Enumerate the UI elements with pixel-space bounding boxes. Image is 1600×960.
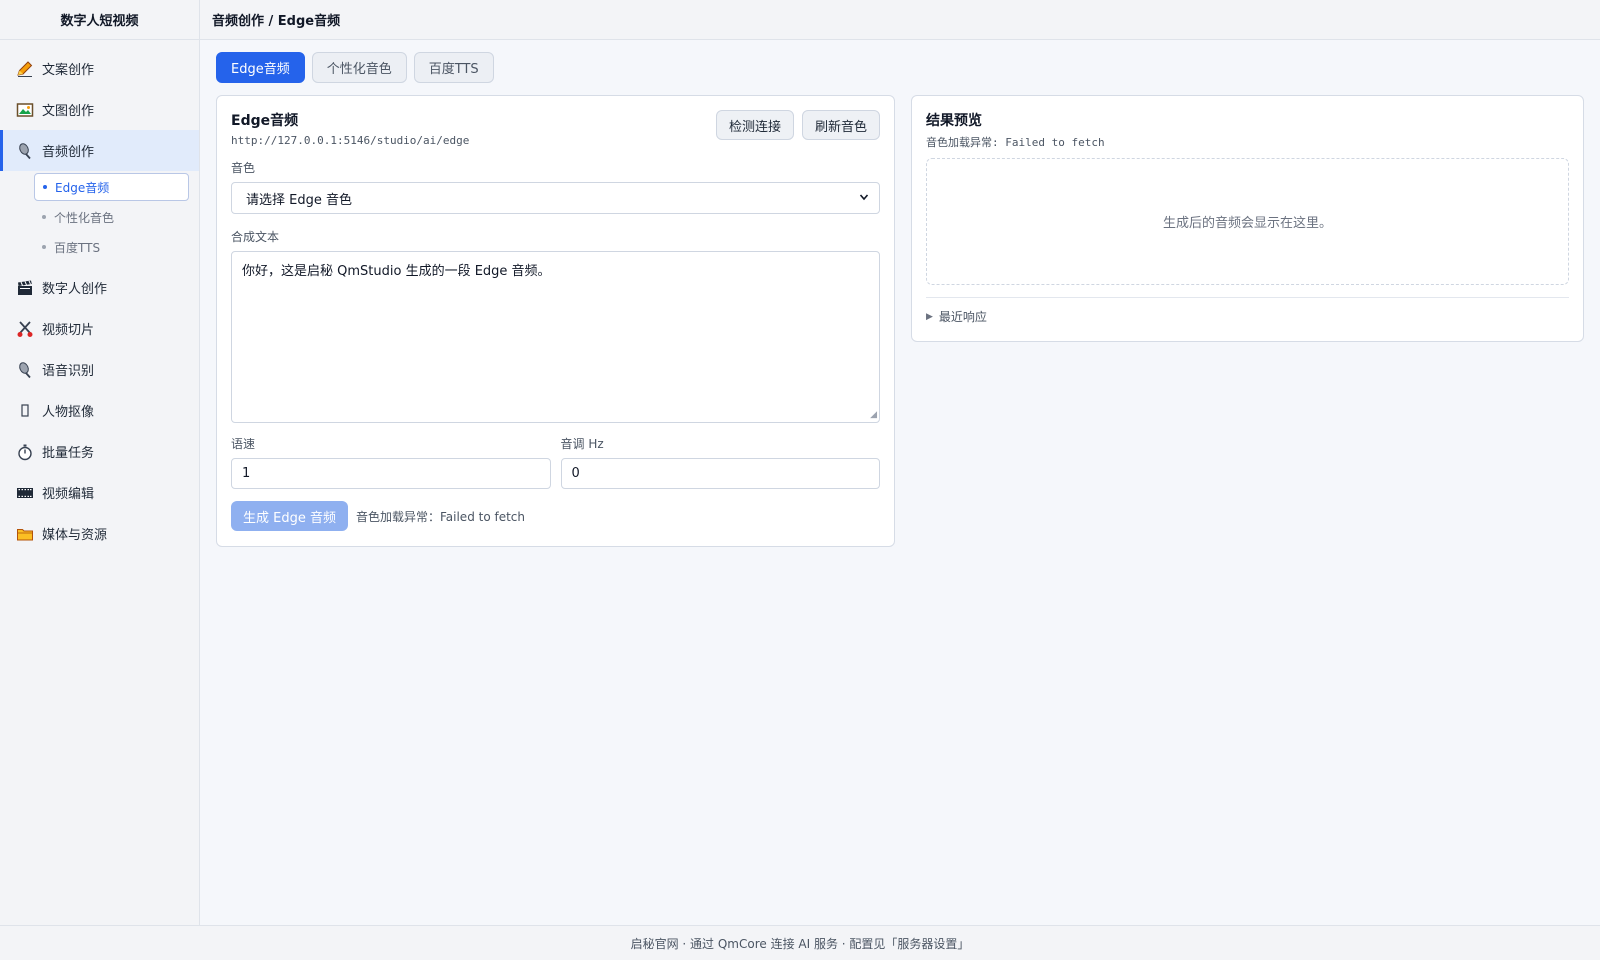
bullet-icon — [43, 185, 47, 189]
sidebar-item-matting[interactable]: 人物抠像 — [0, 390, 199, 431]
pitch-input[interactable]: 0 — [560, 458, 880, 489]
form-actions: 检测连接 刷新音色 — [715, 110, 880, 140]
speed-column: 语速 1 — [231, 435, 551, 489]
sidebar-item-image-text[interactable]: 文图创作 — [0, 89, 199, 130]
preview-status: 音色加载异常: Failed to fetch — [926, 136, 1105, 149]
tab-baidu-tts[interactable]: 百度TTS — [413, 52, 494, 83]
tab-bar: Edge音频 个性化音色 百度TTS — [216, 52, 494, 83]
speed-pitch-row: 语速 1 音调 Hz 0 — [231, 435, 880, 489]
divider — [926, 297, 1569, 298]
sidebar-item-label: 文图创作 — [42, 104, 95, 119]
pencil-icon — [16, 60, 34, 78]
sidebar-item-label: 文案创作 — [42, 63, 95, 78]
sidebar-item-label: 人物抠像 — [42, 405, 95, 420]
sub-item-edge-audio[interactable]: Edge音频 — [34, 173, 189, 201]
scissors-icon — [16, 320, 34, 338]
pitch-label: 音调 Hz — [560, 437, 604, 451]
sidebar-item-video-slice[interactable]: 视频切片 — [0, 308, 199, 349]
person-icon — [16, 402, 34, 420]
sub-item-label: 百度TTS — [54, 240, 101, 255]
sidebar-item-copywriting[interactable]: 文案创作 — [0, 48, 199, 89]
sidebar-item-label: 音频创作 — [42, 145, 95, 160]
sidebar-item-digital-human[interactable]: 数字人创作 — [0, 267, 199, 308]
speed-input[interactable]: 1 — [231, 458, 551, 489]
microphone-icon — [16, 142, 34, 160]
sub-item-baidu-tts[interactable]: 百度TTS — [34, 233, 189, 261]
tab-edge-audio[interactable]: Edge音频 — [216, 52, 305, 83]
breadcrumb: 音频创作 / Edge音频 — [200, 0, 1600, 40]
sidebar-nav: 文案创作 文图创作 音频创作 Edge音频 个性化音色 百度TTS 数字人创作 … — [0, 40, 199, 554]
generate-audio-button[interactable]: 生成 Edge 音频 — [231, 501, 348, 531]
sidebar-item-speech-recognition[interactable]: 语音识别 — [0, 349, 199, 390]
voice-select-value: 请选择 Edge 音色 — [246, 192, 352, 208]
sidebar-item-label: 媒体与资源 — [42, 528, 108, 543]
sidebar-item-label: 语音识别 — [42, 364, 95, 379]
submit-row: 生成 Edge 音频 音色加载异常：Failed to fetch — [231, 501, 880, 531]
sidebar-item-label: 数字人创作 — [42, 282, 108, 297]
preview-title: 结果预览 — [926, 113, 982, 129]
audio-sub-menu: Edge音频 个性化音色 百度TTS — [0, 171, 199, 267]
sidebar-item-label: 批量任务 — [42, 446, 95, 461]
picture-icon — [16, 101, 34, 119]
sidebar-item-label: 视频编辑 — [42, 487, 95, 502]
film-icon — [16, 484, 34, 502]
speed-value: 1 — [242, 466, 251, 481]
sidebar-item-batch-tasks[interactable]: 批量任务 — [0, 431, 199, 472]
refresh-voices-button[interactable]: 刷新音色 — [801, 110, 880, 140]
synthesis-text-input[interactable]: 你好，这是启秘 QmStudio 生成的一段 Edge 音频。 ◢ — [231, 251, 880, 423]
text-label: 合成文本 — [231, 230, 280, 244]
sidebar-item-video-edit[interactable]: 视频编辑 — [0, 472, 199, 513]
footer: 启秘官网 · 通过 QmCore 连接 AI 服务 · 配置见「服务器设置」 — [0, 925, 1600, 960]
pitch-value: 0 — [571, 466, 580, 481]
sidebar-item-label: 视频切片 — [42, 323, 95, 338]
sub-item-custom-voice[interactable]: 个性化音色 — [34, 203, 189, 231]
speed-label: 语速 — [231, 437, 256, 451]
pitch-column: 音调 Hz 0 — [560, 435, 880, 489]
app-title: 数字人短视频 — [0, 0, 199, 40]
triangle-right-icon: ▶ — [926, 311, 933, 322]
sidebar: 数字人短视频 文案创作 文图创作 音频创作 Edge音频 个性化音色 百度TTS… — [0, 0, 200, 925]
sidebar-item-audio[interactable]: 音频创作 — [0, 130, 199, 171]
chevron-down-icon — [859, 191, 869, 206]
form-status-text: 音色加载异常：Failed to fetch — [355, 509, 525, 524]
result-preview-card: 结果预览 音色加载异常: Failed to fetch 生成后的音频会显示在这… — [911, 95, 1584, 342]
audio-preview-area: 生成后的音频会显示在这里。 — [926, 158, 1569, 285]
sidebar-item-media[interactable]: 媒体与资源 — [0, 513, 199, 554]
main-content: Edge音频 个性化音色 百度TTS Edge音频 http://127.0.0… — [200, 40, 1600, 925]
voice-label: 音色 — [231, 161, 256, 175]
bullet-icon — [42, 245, 46, 249]
check-connection-button[interactable]: 检测连接 — [715, 110, 794, 140]
synthesis-text-value: 你好，这是启秘 QmStudio 生成的一段 Edge 音频。 — [242, 264, 551, 279]
folder-icon — [16, 525, 34, 543]
footer-text: 启秘官网 · 通过 QmCore 连接 AI 服务 · 配置见「服务器设置」 — [630, 936, 970, 951]
recent-response-label: 最近响应 — [938, 310, 987, 324]
recent-response-toggle[interactable]: ▶ 最近响应 — [926, 308, 1569, 325]
sub-item-label: 个性化音色 — [54, 210, 115, 225]
sub-item-label: Edge音频 — [55, 180, 110, 195]
edge-audio-form-card: Edge音频 http://127.0.0.1:5146/studio/ai/e… — [216, 95, 895, 547]
voice-select[interactable]: 请选择 Edge 音色 — [231, 182, 880, 214]
resize-handle-icon[interactable]: ◢ — [870, 410, 877, 420]
clapper-icon — [16, 279, 34, 297]
bullet-icon — [42, 215, 46, 219]
preview-placeholder: 生成后的音频会显示在这里。 — [1162, 216, 1332, 231]
stopwatch-icon — [16, 443, 34, 461]
tab-custom-voice[interactable]: 个性化音色 — [311, 52, 407, 83]
microphone-icon — [16, 361, 34, 379]
